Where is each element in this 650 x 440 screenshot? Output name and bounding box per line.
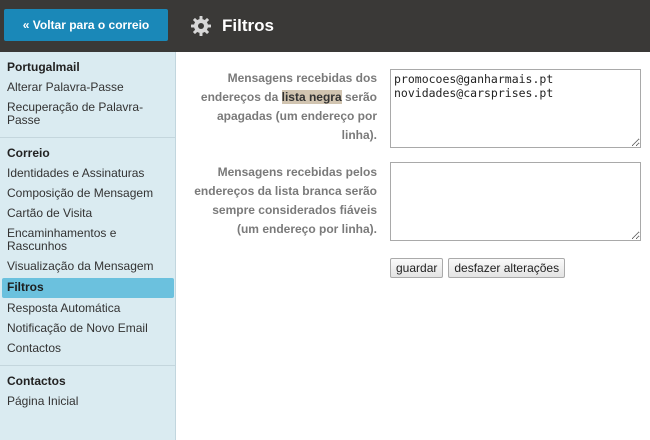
save-button[interactable]: guardar	[390, 258, 444, 278]
sidebar-item-message-view[interactable]: Visualização da Mensagem	[7, 257, 168, 277]
blacklist-textarea[interactable]: promocoes@ganharmais.pt novidades@carspr…	[390, 69, 641, 148]
sidebar-item-change-password[interactable]: Alterar Palavra-Passe	[7, 78, 168, 98]
whitelist-textarea[interactable]	[390, 162, 641, 241]
sidebar-item-business-card[interactable]: Cartão de Visita	[7, 204, 168, 224]
form-actions: guardar desfazer alterações	[390, 258, 566, 278]
sidebar-heading: Portugalmail	[7, 60, 80, 74]
whitelist-description: Mensagens recebidas pelos endereços da l…	[194, 165, 377, 236]
sidebar-section-portugalmail: Portugalmail Alterar Palavra-Passe Recup…	[0, 52, 175, 138]
sidebar-section-correio: Correio Identidades e Assinaturas Compos…	[0, 138, 175, 366]
top-bar: « Voltar para o correio Filtros	[0, 0, 650, 52]
sidebar-item-forwarding[interactable]: Encaminhamentos e Rascunhos	[7, 224, 168, 257]
sidebar-item-compose[interactable]: Composição de Mensagem	[7, 184, 168, 204]
undo-changes-button[interactable]: desfazer alterações	[448, 258, 566, 278]
sidebar-item-filters[interactable]: Filtros	[2, 278, 174, 298]
sidebar-heading: Contactos	[7, 374, 66, 388]
filters-panel: Mensagens recebidas dos endereços da lis…	[177, 52, 650, 440]
back-to-mail-button[interactable]: « Voltar para o correio	[4, 9, 168, 41]
sidebar-heading: Correio	[7, 146, 50, 160]
gear-icon	[191, 16, 211, 36]
sidebar-item-home[interactable]: Página Inicial	[7, 392, 168, 412]
sidebar-item-new-mail-notification[interactable]: Notificação de Novo Email	[7, 319, 168, 339]
blacklist-description: Mensagens recebidas dos endereços da lis…	[187, 69, 377, 145]
sidebar-section-contactos: Contactos Página Inicial	[0, 366, 175, 418]
settings-sidebar: Portugalmail Alterar Palavra-Passe Recup…	[0, 52, 176, 440]
page-title: Filtros	[222, 16, 274, 35]
sidebar-item-password-recovery[interactable]: Recuperação de Palavra-Passe	[7, 98, 168, 131]
sidebar-item-identities[interactable]: Identidades e Assinaturas	[7, 164, 168, 184]
blacklist-highlight: lista negra	[281, 90, 342, 104]
sidebar-item-auto-reply[interactable]: Resposta Automática	[7, 299, 168, 319]
sidebar-item-contacts[interactable]: Contactos	[7, 339, 168, 359]
